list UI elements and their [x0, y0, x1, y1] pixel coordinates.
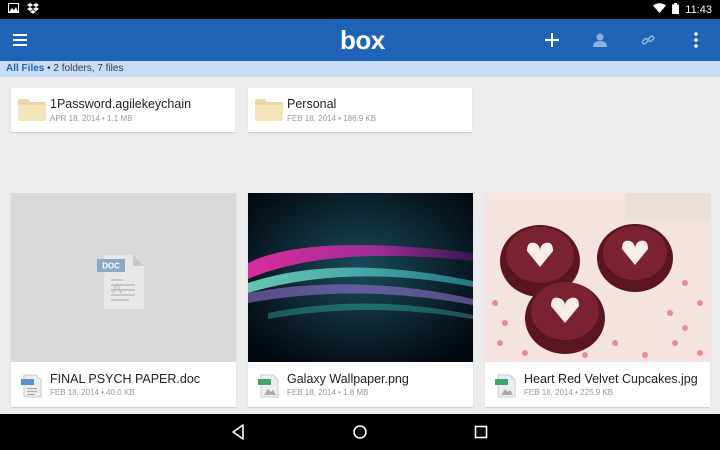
breadcrumb-summary: • 2 folders, 7 files — [44, 63, 124, 74]
doc-thumbnail: DOC A — [11, 193, 236, 362]
back-button[interactable] — [228, 422, 248, 442]
file-name: Galaxy Wallpaper.png — [287, 372, 409, 386]
battery-icon — [672, 2, 680, 17]
document-placeholder-icon: DOC A — [97, 255, 144, 309]
folder-meta: FEB 18, 2014 • 186.9 KB — [287, 114, 377, 123]
file-name: Heart Red Velvet Cupcakes.jpg — [524, 372, 698, 386]
jpg-file-icon — [495, 374, 516, 398]
image-icon — [8, 3, 19, 16]
home-button[interactable] — [350, 422, 370, 442]
add-button[interactable] — [540, 28, 564, 52]
clock-time: 11:43 — [685, 3, 712, 16]
file-item[interactable]: Galaxy Wallpaper.png FEB 18, 2014 • 1.8 … — [248, 193, 473, 407]
add-icon — [545, 33, 559, 47]
folder-item[interactable]: 1Password.agilekeychain APR 18, 2014 • 1… — [11, 88, 235, 132]
doc-file-icon — [21, 374, 42, 398]
back-icon — [232, 424, 244, 440]
folder-meta: APR 18, 2014 • 1.1 MB — [50, 114, 133, 123]
cupcakes-image — [485, 193, 710, 362]
app-bar: box — [0, 19, 720, 61]
menu-button[interactable] — [8, 28, 32, 52]
png-file-icon — [258, 374, 279, 398]
collaborators-button[interactable] — [588, 28, 612, 52]
recents-button[interactable] — [471, 422, 491, 442]
dropbox-icon — [27, 2, 39, 17]
system-nav-bar — [0, 414, 720, 450]
cupcakes-thumbnail — [485, 193, 710, 362]
share-link-button[interactable] — [636, 28, 660, 52]
folder-item[interactable]: Personal FEB 18, 2014 • 186.9 KB — [248, 88, 472, 132]
home-icon — [353, 425, 367, 439]
svg-text:DOC: DOC — [102, 262, 120, 271]
folder-icon — [18, 99, 46, 121]
svg-text:A: A — [112, 280, 122, 296]
hamburger-icon — [13, 34, 27, 46]
file-meta: FEB 18, 2014 • 1.8 MB — [287, 388, 369, 397]
folder-name: Personal — [287, 97, 337, 111]
folder-icon — [255, 99, 283, 121]
wifi-icon — [653, 3, 667, 16]
file-name: FINAL PSYCH PAPER.doc — [50, 372, 201, 386]
overflow-icon — [694, 32, 698, 48]
file-meta: FEB 18, 2014 • 225.9 KB — [524, 388, 614, 397]
file-item[interactable]: Heart Red Velvet Cupcakes.jpg FEB 18, 20… — [485, 193, 710, 407]
recents-icon — [474, 425, 488, 439]
status-bar: 11:43 — [0, 0, 720, 19]
file-meta: FEB 18, 2014 • 40.0 KB — [50, 388, 135, 397]
box-logo: box — [340, 25, 385, 55]
breadcrumb-root[interactable]: All Files — [6, 63, 44, 74]
file-item[interactable]: DOC A FINAL PSYCH PAPER.doc FEB 18, 2014… — [11, 193, 236, 407]
galaxy-thumbnail — [248, 193, 473, 362]
breadcrumb: All Files • 2 folders, 7 files — [0, 61, 720, 77]
galaxy-image — [248, 193, 473, 362]
overflow-menu-button[interactable] — [684, 28, 708, 52]
link-icon — [641, 35, 655, 45]
person-icon — [593, 33, 607, 47]
folder-name: 1Password.agilekeychain — [50, 97, 192, 111]
